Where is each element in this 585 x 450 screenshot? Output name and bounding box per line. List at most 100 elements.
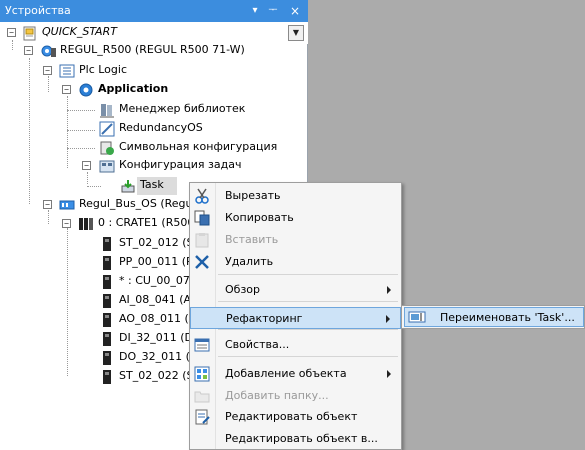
tree-node-label: Task [140,178,164,191]
paste-icon [194,232,210,248]
menu-item-paste: Вставить [190,229,401,251]
tree-node-label: DI_32_011 (D [119,331,193,344]
menu-item-label: Добавить папку... [225,389,329,402]
tree-node-application[interactable]: − Application [0,81,308,99]
module-icon [99,331,115,347]
module-icon [99,350,115,366]
properties-icon [194,337,210,353]
refactoring-submenu: Переименовать 'Task'... [401,305,585,329]
menu-separator [218,356,398,357]
tree-node-label: Менеджер библиотек [119,102,246,115]
collapse-toggle-icon[interactable]: − [7,28,16,37]
library-manager-icon [99,102,115,118]
submenu-arrow-icon [386,315,390,323]
menu-item-refactoring[interactable]: Рефакторинг [190,307,401,329]
application-gear-icon [78,82,94,98]
panel-title: Устройства [5,4,71,17]
menu-item-label: Добавление объекта [225,367,347,380]
crate-icon [78,216,94,232]
menu-item-label: Обзор [225,283,261,296]
tree-node-symbol-config[interactable]: Символьная конфигурация [0,139,308,157]
submenu-arrow-icon [387,370,391,378]
task-config-icon [99,158,115,174]
tree-node-label: ST_02_012 (S [119,236,194,249]
collapse-toggle-icon[interactable]: − [24,46,33,55]
rename-task-label: Переименовать 'Task'... [440,311,575,324]
tree-node-label: Конфигурация задач [119,158,242,171]
tree-node-lib-manager[interactable]: Менеджер библиотек [0,101,308,119]
delete-x-icon [194,254,210,270]
menu-item-label: Свойства... [225,338,290,351]
tree-node-regul-r500[interactable]: − REGUL_R500 (REGUL R500 71-W) [0,42,308,60]
tree-node-label: Application [98,82,169,95]
tree-node-label: QUICK_START [42,25,117,38]
tree-node-label: Regul_Bus_OS (Regul [79,197,196,210]
menu-separator [218,274,398,275]
tree-node-quick-start[interactable]: − QUICK_START [0,24,308,42]
menu-item-label: Редактировать объект [225,410,358,423]
plc-logic-icon [59,63,75,79]
tree-node-label: AO_08_011 (A [119,312,197,325]
menu-item-label: Вырезать [225,189,281,202]
menu-item-copy[interactable]: Копировать [190,207,401,229]
collapse-toggle-icon[interactable]: − [43,200,52,209]
module-icon [99,236,115,252]
tree-node-task-config[interactable]: − Конфигурация задач [0,157,308,175]
menu-item-add-folder: Добавить папку... [190,385,401,407]
tree-node-label: RedundancyOS [119,121,203,134]
symbol-config-icon [99,140,115,156]
tree-node-label: DO_32_011 (D [119,350,199,363]
context-menu: Вырезать Копировать Вставить Удалить Обзор Ре… [189,182,402,450]
tree-node-label: ST_02_022 (S [119,369,194,382]
add-folder-icon [194,388,210,404]
tree-node-redundancy[interactable]: RedundancyOS [0,120,308,138]
module-icon [99,369,115,385]
menu-item-browse[interactable]: Обзор [190,279,401,301]
rename-icon [408,311,426,323]
menu-item-label: Рефакторинг [226,312,303,325]
menu-item-edit-object-with[interactable]: Редактировать объект в... [190,428,401,450]
menu-item-edit-object[interactable]: Редактировать объект [190,406,401,428]
project-icon [22,25,38,41]
tree-node-plc-logic[interactable]: − Plc Logic [0,62,308,80]
submenu-arrow-icon [387,286,391,294]
module-icon [99,293,115,309]
menu-item-add-object[interactable]: Добавление объекта [190,363,401,385]
edit-object-icon [194,409,210,425]
menu-item-label: Вставить [225,233,279,246]
add-object-icon [194,366,210,382]
module-icon [99,312,115,328]
pin-icon[interactable]: ᅮ [266,4,280,18]
menu-item-label: Копировать [225,211,294,224]
tree-node-label: AI_08_041 (A [119,293,192,306]
task-icon [120,178,136,194]
close-panel-button[interactable]: × [288,4,302,18]
menu-item-label: Редактировать объект в... [225,432,378,445]
module-icon [99,255,115,271]
panel-header: Устройства ▾ ᅮ × [0,0,308,22]
redundancy-icon [99,121,115,137]
tree-node-label: PP_00_011 (P [119,255,193,268]
tree-node-label: REGUL_R500 (REGUL R500 71-W) [60,43,245,56]
collapse-toggle-icon[interactable]: − [43,66,52,75]
menu-item-properties[interactable]: Свойства... [190,334,401,356]
menu-item-label: Удалить [225,255,274,268]
tree-node-label: * : CU_00_07 [119,274,190,287]
rename-task-menu-item[interactable]: Переименовать 'Task'... [404,307,584,327]
collapse-toggle-icon[interactable]: − [82,161,91,170]
tree-node-label: 0 : CRATE1 (R500 [98,216,195,229]
module-icon [99,274,115,290]
menu-separator [218,329,398,330]
tree-node-label: Plc Logic [79,63,127,76]
menu-item-cut[interactable]: Вырезать [190,185,401,207]
scissors-icon [194,188,210,204]
copy-icon [194,210,210,226]
bus-icon [59,197,75,213]
menu-separator [218,301,398,302]
tree-node-label: Символьная конфигурация [119,140,278,153]
collapse-toggle-icon[interactable]: − [62,85,71,94]
menu-item-delete[interactable]: Удалить [190,251,401,273]
device-gear-icon [40,43,56,59]
collapse-toggle-icon[interactable]: − [62,219,71,228]
panel-dropdown-button[interactable]: ▾ [248,4,262,18]
